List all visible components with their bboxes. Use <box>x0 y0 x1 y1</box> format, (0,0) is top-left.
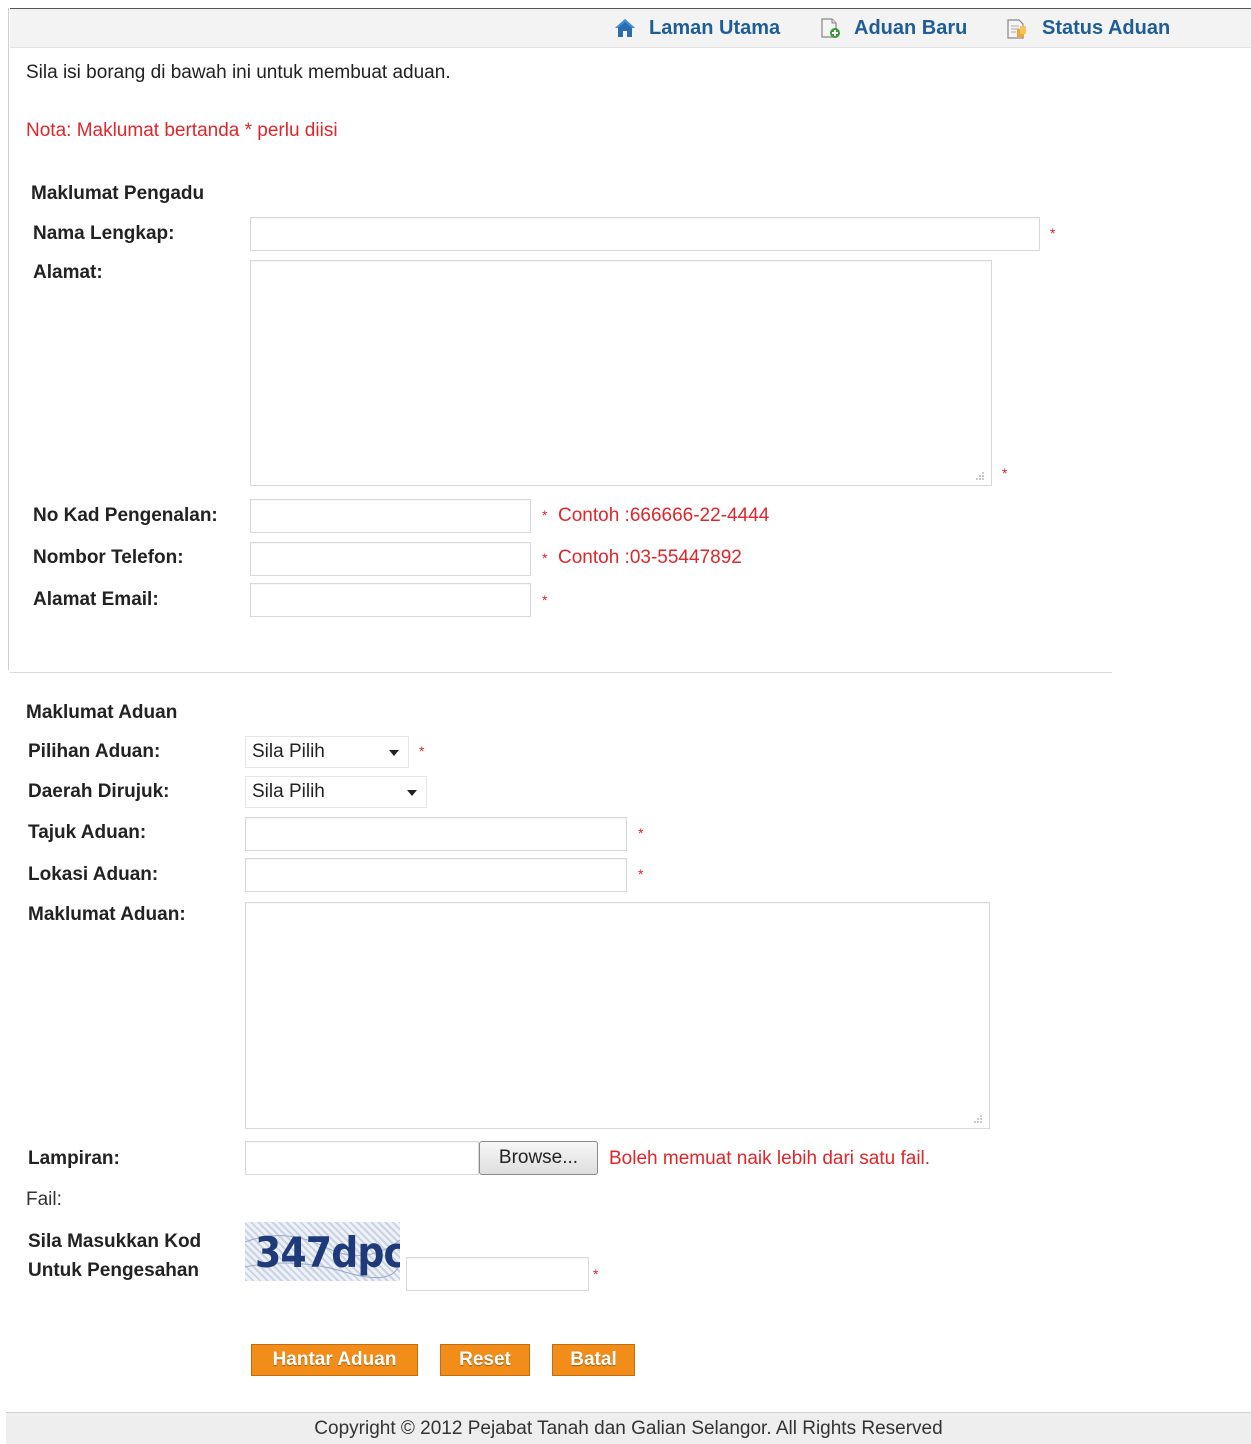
phone-hint: Contoh :03-55447892 <box>558 547 742 568</box>
captcha-code-text: 347dpc <box>255 1228 400 1277</box>
attachment-path-input[interactable] <box>245 1141 479 1175</box>
required-star: * <box>638 866 644 882</box>
complaint-type-label: Pilihan Aduan: <box>28 741 161 762</box>
district-value: Sila Pilih <box>252 781 325 802</box>
complaint-type-select[interactable]: Sila Pilih <box>245 736 409 768</box>
ic-number-input[interactable] <box>250 499 531 533</box>
required-star: * <box>638 825 644 841</box>
intro-text: Sila isi borang di bawah ini untuk membu… <box>26 62 451 83</box>
complaint-location-input[interactable] <box>245 858 627 892</box>
complaint-section-heading: Maklumat Aduan <box>26 702 178 723</box>
ic-number-hint: Contoh :666666-22-4444 <box>558 505 770 526</box>
resize-grip-icon[interactable] <box>971 1114 983 1124</box>
browse-button[interactable]: Browse... <box>479 1141 598 1175</box>
file-label: Fail: <box>26 1189 62 1210</box>
footer: Copyright © 2012 Pejabat Tanah dan Galia… <box>6 1412 1251 1444</box>
required-star: * <box>542 592 548 608</box>
copyright-text: Copyright © 2012 Pejabat Tanah dan Galia… <box>314 1417 943 1439</box>
phone-input[interactable] <box>250 542 531 576</box>
complaint-title-label: Tajuk Aduan: <box>28 822 147 843</box>
attachment-hint: Boleh memuat naik lebih dari satu fail. <box>609 1148 931 1169</box>
address-label: Alamat: <box>33 262 103 283</box>
captcha-label-line1: Sila Masukkan Kod <box>28 1231 202 1252</box>
chevron-down-icon <box>389 750 399 756</box>
nav-status-link[interactable]: Status Aduan <box>1004 17 1170 39</box>
complainant-section-heading: Maklumat Pengadu <box>31 183 205 204</box>
email-label: Alamat Email: <box>33 589 159 610</box>
full-name-label: Nama Lengkap: <box>33 223 175 244</box>
ic-number-label: No Kad Pengenalan: <box>33 505 218 526</box>
chevron-down-icon <box>407 790 417 796</box>
full-name-input[interactable] <box>250 217 1040 251</box>
new-document-icon <box>821 18 840 38</box>
required-star: * <box>542 507 548 523</box>
complaint-type-value: Sila Pilih <box>252 741 325 762</box>
nav-home-link[interactable]: Laman Utama <box>613 17 780 39</box>
document-status-icon <box>1007 19 1026 39</box>
top-nav-bar: Laman Utama Aduan Baru Status Aduan <box>10 8 1251 48</box>
complaint-details-textarea[interactable] <box>245 902 990 1129</box>
nav-home-label[interactable]: Laman Utama <box>649 17 780 40</box>
email-input[interactable] <box>250 583 531 617</box>
required-star: * <box>419 743 425 759</box>
captcha-label-line2: Untuk Pengesahan <box>28 1260 200 1281</box>
captcha-input[interactable] <box>406 1257 589 1291</box>
nav-new-complaint-label[interactable]: Aduan Baru <box>854 17 967 40</box>
nav-status-label[interactable]: Status Aduan <box>1042 17 1170 40</box>
phone-label: Nombor Telefon: <box>33 547 184 568</box>
captcha-image: 347dpc <box>245 1222 400 1281</box>
attachment-label: Lampiran: <box>28 1148 120 1169</box>
nav-new-complaint-link[interactable]: Aduan Baru <box>818 17 967 39</box>
required-star: * <box>1002 465 1008 481</box>
required-star: * <box>1050 225 1056 241</box>
complaint-location-label: Lokasi Aduan: <box>28 864 159 885</box>
home-icon <box>615 19 635 37</box>
district-select[interactable]: Sila Pilih <box>245 776 427 808</box>
complaint-title-input[interactable] <box>245 817 627 851</box>
left-border-line <box>8 8 9 670</box>
reset-button[interactable]: Reset <box>440 1344 530 1376</box>
complaint-details-label: Maklumat Aduan: <box>28 904 186 925</box>
cancel-button[interactable]: Batal <box>552 1344 635 1376</box>
section-divider <box>10 672 1112 673</box>
submit-complaint-button[interactable]: Hantar Aduan <box>251 1344 418 1376</box>
district-label: Daerah Dirujuk: <box>28 781 170 802</box>
required-star: * <box>593 1266 599 1282</box>
address-textarea[interactable] <box>250 260 992 486</box>
required-note: Nota: Maklumat bertanda * perlu diisi <box>26 120 338 141</box>
resize-grip-icon[interactable] <box>973 471 985 481</box>
required-star: * <box>542 550 548 566</box>
